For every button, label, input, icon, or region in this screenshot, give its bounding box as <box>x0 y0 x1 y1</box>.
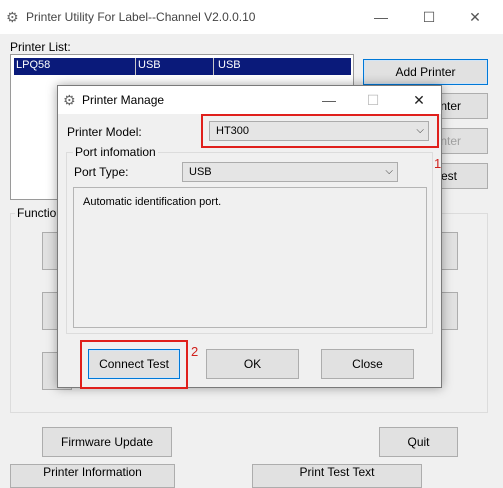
gear-icon: ⚙ <box>6 9 19 25</box>
annotation-marker-2: 2 <box>191 344 199 359</box>
printer-model-label: Printer Model: <box>67 125 142 139</box>
firmware-update-button[interactable]: Firmware Update <box>42 427 172 457</box>
printer-name-cell: LPQ58 <box>16 59 51 71</box>
printer-port-cell: USB <box>138 59 161 71</box>
printer-manage-dialog: ⚙ Printer Manage — ☐ ✕ Printer Model: HT… <box>57 85 442 389</box>
column-separator <box>213 58 214 75</box>
dialog-minimize-button[interactable]: — <box>314 89 344 111</box>
gear-icon: ⚙ <box>63 92 76 108</box>
printer-information-button[interactable]: Printer Information <box>10 464 175 488</box>
maximize-button[interactable]: ☐ <box>414 6 444 28</box>
port-type-value: USB <box>189 166 212 178</box>
port-info-group-label: Port infomation <box>73 145 158 159</box>
dialog-title: Printer Manage <box>82 93 165 107</box>
chevron-down-icon: ⌵ <box>385 166 393 177</box>
port-info-panel: Automatic identification port. <box>73 187 427 328</box>
dialog-close-text-button[interactable]: Close <box>321 349 414 379</box>
print-test-text-button[interactable]: Print Test Text <box>252 464 422 488</box>
add-printer-button[interactable]: Add Printer <box>363 59 488 85</box>
dialog-close-button[interactable]: ✕ <box>404 89 434 111</box>
port-type-select[interactable]: USB ⌵ <box>182 162 398 182</box>
list-item[interactable]: LPQ58 USB USB <box>14 58 351 75</box>
close-button[interactable]: ✕ <box>460 6 490 28</box>
highlight-box-2 <box>80 340 188 389</box>
highlight-box-1 <box>201 114 439 148</box>
annotation-marker-1: 1 <box>434 156 442 171</box>
column-separator <box>135 58 136 75</box>
port-info-text: Automatic identification port. <box>83 196 222 208</box>
dialog-maximize-button[interactable]: ☐ <box>358 89 388 111</box>
main-titlebar: ⚙ Printer Utility For Label--Channel V2.… <box>0 0 503 34</box>
printer-port2-cell: USB <box>218 59 241 71</box>
ok-button[interactable]: OK <box>206 349 299 379</box>
port-type-label: Port Type: <box>74 165 129 179</box>
printer-list-label: Printer List: <box>10 40 71 54</box>
minimize-button[interactable]: — <box>366 6 396 28</box>
quit-button[interactable]: Quit <box>379 427 458 457</box>
window-title: Printer Utility For Label--Channel V2.0.… <box>26 10 256 24</box>
dialog-titlebar: ⚙ Printer Manage — ☐ ✕ <box>58 86 441 114</box>
